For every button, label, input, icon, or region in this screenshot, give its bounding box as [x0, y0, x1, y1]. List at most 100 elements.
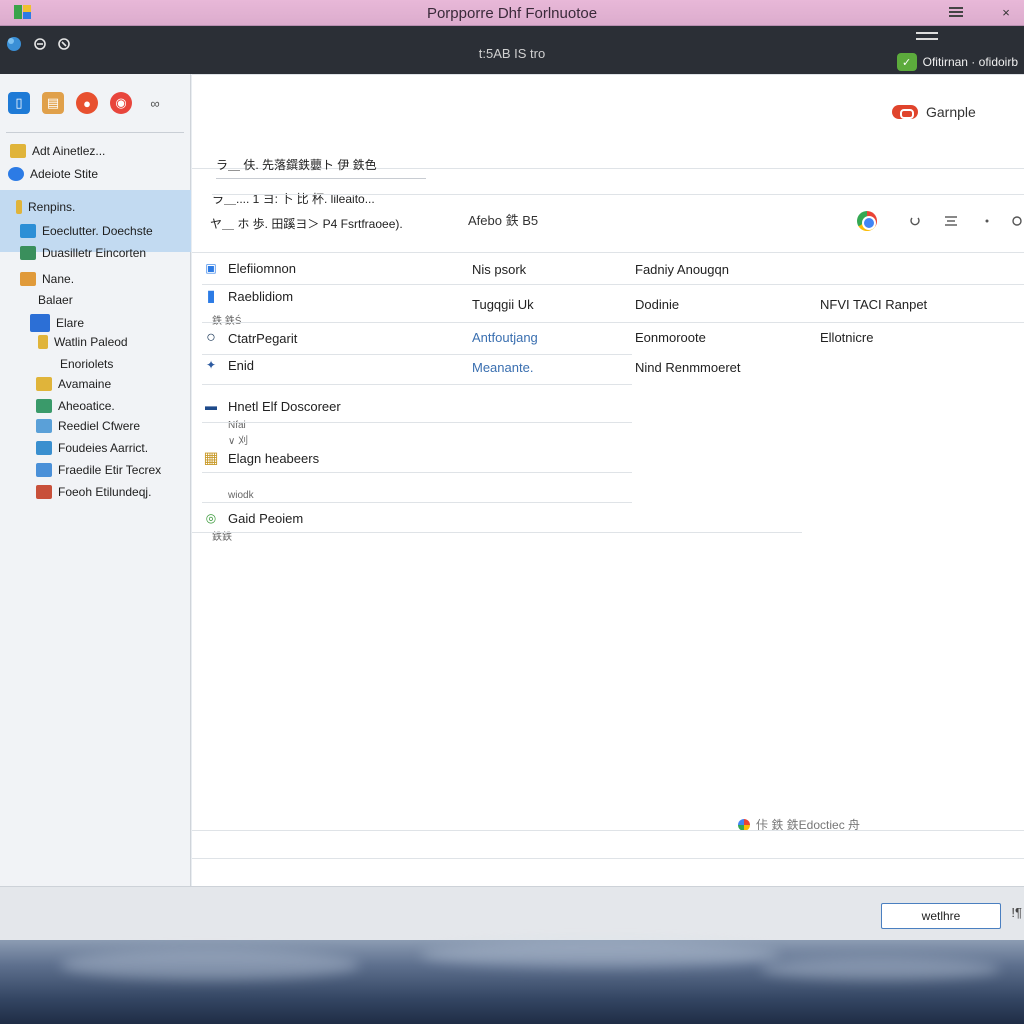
description-line-2: ラ＿.... 1 ヨ: 卜 比 杯. lileaito...: [212, 192, 375, 206]
sidebar-item-foudeies-aarrict[interactable]: Foudeies Aarrict.: [36, 441, 148, 455]
table-row[interactable]: ▣ Elefiiomnon: [202, 260, 296, 276]
row-divider: [202, 284, 1024, 285]
sidebar-item-eoeclutter[interactable]: Eoeclutter. Doechste: [20, 224, 153, 238]
monitor-icon: [20, 246, 36, 260]
row-divider: [202, 322, 1024, 323]
sidebar-item-renpins[interactable]: Renpins.: [16, 200, 75, 214]
main-top-border: [192, 74, 1024, 75]
top-toolbar: t:5AB IS tro ✓ Ofitirnan · ofidoirb: [0, 26, 1024, 74]
sidebar-item-add-settings[interactable]: Adt Ainetlez...: [10, 144, 105, 158]
sidebar-item-balaer[interactable]: Balaer: [38, 293, 73, 307]
row-divider: [202, 502, 632, 503]
chrome-icon[interactable]: [856, 210, 878, 232]
target-icon: ◎: [205, 511, 217, 525]
description-divider: [212, 194, 1024, 195]
sidebar-item-foeoh-etilundeqj[interactable]: Foeoh Etilundeqj.: [36, 485, 151, 499]
folder-icon: [36, 377, 52, 391]
row-divider: [202, 384, 632, 385]
record-icon: [892, 105, 918, 119]
table-row[interactable]: ○ CtatrPegarit: [202, 329, 298, 346]
sidebar-item-duasilletr[interactable]: Duasilletr Eincorten: [20, 246, 146, 260]
row-divider: [202, 422, 632, 423]
laptop-icon: ▬: [205, 399, 217, 413]
sidebar-item-elare[interactable]: Elare: [30, 314, 84, 332]
link-app-icon[interactable]: ∞: [144, 92, 166, 114]
sidebar-item-avamaine[interactable]: Avamaine: [36, 377, 111, 391]
user-avatar-icon: ✓: [896, 53, 917, 71]
row-name: Elagn heabeers: [228, 450, 320, 466]
table-row[interactable]: ◎ Gaid Peoiem: [202, 510, 303, 526]
globe-icon: [8, 167, 24, 181]
description-underline: [216, 178, 426, 179]
power-icon[interactable]: [904, 210, 926, 232]
monitor-icon: [36, 399, 52, 413]
main-panel: Garnple ラ＿ 伕. 先落鐉鉄蘡ト 伊 鉄色 ラ＿.... 1 ヨ: 卜 …: [192, 74, 1024, 886]
user-account[interactable]: ✓ Ofitirnan · ofidoirb: [896, 52, 1018, 72]
phone-app-icon[interactable]: ▯: [8, 92, 30, 114]
sample-button[interactable]: Garnple: [892, 104, 976, 120]
row-name: Raeblidiom: [228, 288, 294, 304]
row-name: CtatrPegarit: [228, 330, 298, 346]
desktop-wallpaper: [0, 940, 1024, 1024]
chat-app-icon[interactable]: ◉: [110, 92, 132, 114]
table-header-divider: [192, 252, 1024, 253]
row-col2: Nis psork: [472, 262, 527, 277]
table-row[interactable]: ▮ Raeblidiom: [202, 288, 294, 305]
search-icon[interactable]: [1006, 210, 1024, 232]
row-divider: [202, 354, 632, 355]
window-titlebar: Porpporre Dhf Forlnuotoe ×: [0, 0, 1024, 26]
menu-icon[interactable]: [916, 32, 938, 46]
row-name: Gaid Peoiem: [228, 510, 304, 526]
table-row[interactable]: ✦ Enid: [202, 357, 254, 373]
sidebar-item-fraedile-tecrex[interactable]: Fraedile Etir Tecrex: [36, 463, 161, 477]
table-row[interactable]: ▬ Hnetl Elf Doscoreer: [202, 398, 341, 414]
more-icon[interactable]: [976, 210, 998, 232]
filter-icon[interactable]: [940, 210, 962, 232]
row-col3: Dodinie: [635, 297, 680, 312]
sidebar-divider: [6, 132, 184, 133]
sidebar-item-reediel-cfwere[interactable]: Reediel Cfwere: [36, 419, 140, 433]
close-icon: ×: [1002, 4, 1010, 20]
footer-divider-2: [192, 858, 1024, 859]
table-row[interactable]: ▦ Elagn heabeers: [202, 450, 320, 467]
clipboard-icon: [20, 224, 36, 238]
calendar-icon: [36, 441, 52, 455]
grid-icon: ▦: [203, 450, 219, 467]
user-name: Ofitirnan · ofidoirb: [922, 55, 1018, 69]
row-col3: Fadniy Anougqn: [635, 262, 729, 277]
footer-divider: [192, 830, 1024, 831]
row-col2: Tugqgii Uk: [472, 297, 534, 312]
sidebar-item-nane[interactable]: Nane.: [20, 272, 74, 286]
row-col3: Eonmoroote: [635, 330, 706, 345]
sidebar-item-adeiote-stite[interactable]: Adeiote Stite: [8, 167, 98, 181]
row-col2-link[interactable]: Meanante.: [472, 360, 533, 375]
row-name: Elefiiomnon: [228, 260, 296, 276]
sidebar-item-watlin-paleod[interactable]: Watlin Paleod: [38, 335, 128, 349]
row-col3: Nind Renmmoeret: [635, 360, 741, 375]
row-col4: NFVI TACI Ranpet: [820, 297, 928, 312]
google-icon: [738, 818, 750, 831]
row-col2-link[interactable]: Antfoutjang: [472, 330, 538, 345]
row-sublabel-extra: ∨ 刈: [228, 436, 249, 447]
settings-icon: ✦: [205, 358, 217, 372]
minimize-button[interactable]: [946, 3, 966, 21]
row-name: Hnetl Elf Doscoreer: [228, 398, 341, 414]
description-line-1: ラ＿ 伕. 先落鐉鉄蘡ト 伊 鉄色: [216, 158, 377, 172]
document-icon: [20, 272, 36, 286]
chrome-app-icon[interactable]: ●: [76, 92, 98, 114]
row-name: Enid: [228, 357, 255, 373]
sidebar-item-aheoatice[interactable]: Aheoatice.: [36, 399, 115, 413]
info-icon[interactable]: !¶: [1011, 905, 1022, 920]
puzzle-piece-icon: [30, 314, 50, 332]
sidebar-item-enoriolets[interactable]: Enoriolets: [60, 357, 113, 371]
row-divider: [202, 472, 632, 473]
notes-app-icon[interactable]: ▤: [42, 92, 64, 114]
bookmark-icon: ▮: [206, 288, 216, 305]
close-button[interactable]: ×: [996, 3, 1016, 21]
photo-icon: [36, 485, 52, 499]
confirm-button[interactable]: wetlhre: [881, 903, 1001, 929]
folder-icon: [38, 335, 48, 349]
window-title: Porpporre Dhf Forlnuotoe: [426, 5, 598, 22]
window-icon: ▣: [205, 261, 217, 275]
row-sublabel: 鉄 鉄Ś: [212, 312, 241, 327]
